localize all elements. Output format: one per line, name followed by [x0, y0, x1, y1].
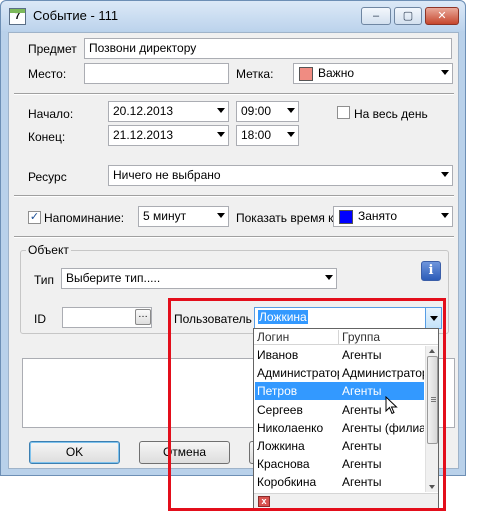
chevron-down-icon: [217, 213, 225, 218]
allday-checkbox[interactable]: [337, 106, 350, 119]
type-select-value: Выберите тип.....: [66, 271, 161, 285]
close-button[interactable]: ✕: [425, 7, 459, 25]
place-input[interactable]: [84, 63, 229, 84]
start-time-value: 09:00: [241, 104, 272, 118]
allday-label: На весь день: [354, 107, 428, 121]
subject-input[interactable]: Позвони директору: [84, 38, 452, 59]
close-icon: ✕: [437, 10, 447, 22]
info-button[interactable]: i: [421, 261, 441, 281]
ok-button[interactable]: OK: [29, 441, 120, 464]
start-time-picker[interactable]: 09:00: [236, 101, 299, 122]
minimize-icon: –: [372, 10, 380, 22]
chevron-down-icon: [441, 172, 449, 177]
tag-label: Метка:: [236, 67, 274, 81]
browse-button[interactable]: …: [135, 309, 151, 325]
highlight-frame: [168, 298, 446, 511]
start-date-value: 20.12.2013: [113, 104, 174, 118]
object-group-title: Объект: [26, 243, 71, 257]
divider: [14, 93, 454, 95]
type-select[interactable]: Выберите тип.....: [61, 268, 337, 289]
tag-select[interactable]: Важно: [293, 63, 453, 84]
chevron-down-icon: [325, 275, 333, 280]
end-time-picker[interactable]: 18:00: [236, 125, 299, 146]
chevron-down-icon: [217, 108, 225, 113]
reminder-select-value: 5 минут: [143, 209, 187, 223]
chevron-down-icon: [441, 213, 449, 218]
ellipsis-icon: …: [138, 309, 148, 320]
divider: [14, 195, 454, 197]
minimize-button[interactable]: –: [361, 7, 391, 25]
busy-color-swatch: [339, 210, 353, 224]
reminder-label: Напоминание:: [44, 211, 125, 225]
maximize-icon: ▢: [402, 10, 414, 22]
resource-label: Ресурс: [28, 170, 67, 184]
resource-select[interactable]: Ничего не выбрано: [108, 165, 453, 186]
info-icon: i: [428, 263, 434, 278]
chevron-down-icon: [441, 70, 449, 75]
reminder-select[interactable]: 5 минут: [138, 206, 229, 227]
mouse-cursor-icon: [385, 396, 398, 415]
start-date-picker[interactable]: 20.12.2013: [108, 101, 229, 122]
chevron-down-icon: [217, 132, 225, 137]
reminder-checkbox[interactable]: ✓: [28, 211, 41, 224]
tag-select-value: Важно: [318, 66, 355, 80]
id-label: ID: [34, 312, 46, 326]
show-time-select[interactable]: Занято: [333, 206, 453, 227]
end-time-value: 18:00: [241, 128, 272, 142]
maximize-button[interactable]: ▢: [394, 7, 422, 25]
resource-select-value: Ничего не выбрано: [113, 168, 221, 182]
end-date-picker[interactable]: 21.12.2013: [108, 125, 229, 146]
chevron-down-icon: [287, 108, 295, 113]
title-bar[interactable]: 7 Событие - 111 – ▢ ✕: [1, 1, 465, 31]
show-time-label: Показать время ка: [236, 211, 333, 225]
calendar-icon: 7: [9, 8, 26, 25]
show-time-select-value: Занято: [358, 209, 398, 223]
start-label: Начало:: [28, 107, 74, 121]
tag-color-swatch: [299, 67, 313, 81]
type-label: Тип: [34, 273, 55, 287]
chevron-down-icon: [287, 132, 295, 137]
end-label: Конец:: [28, 130, 66, 144]
subject-label: Предмет: [28, 42, 77, 56]
window-title: Событие - 111: [33, 8, 119, 23]
place-label: Место:: [28, 67, 67, 81]
divider: [14, 236, 454, 238]
end-date-value: 21.12.2013: [113, 128, 174, 142]
